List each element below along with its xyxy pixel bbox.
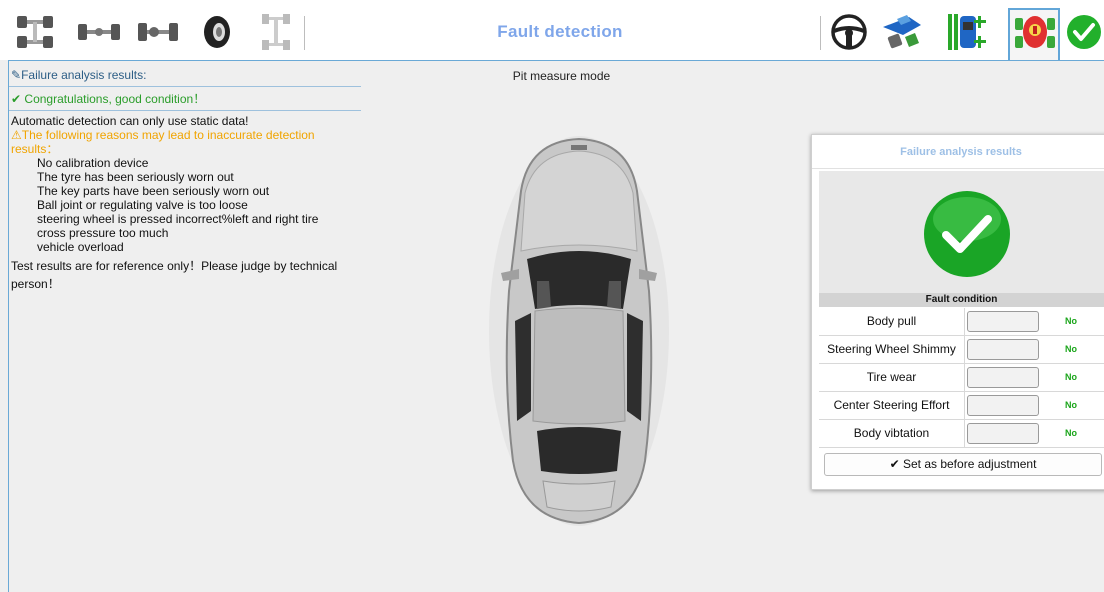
reason-item: The key parts have been seriously worn o… bbox=[37, 184, 270, 198]
warning-triangle-icon: ⚠ bbox=[11, 128, 22, 142]
fault-row-label: Body pull bbox=[819, 308, 965, 335]
toolbar-separator bbox=[304, 16, 305, 50]
set-as-before-adjustment-button[interactable]: ✔ Set as before adjustment bbox=[824, 453, 1102, 476]
fault-row-label: Tire wear bbox=[819, 364, 965, 391]
reason-item: No calibration device bbox=[37, 156, 149, 170]
car-top-view-image bbox=[479, 131, 679, 536]
warning-label: The following reasons may lead to inaccu… bbox=[11, 128, 315, 156]
fault-detection-icon[interactable] bbox=[1012, 10, 1058, 54]
fault-indicator-box bbox=[967, 395, 1039, 416]
top-toolbar: Fault detection bbox=[0, 0, 1104, 60]
analysis-text-pane: ✎Failure analysis results: ✔ Congratulat… bbox=[9, 61, 361, 293]
congratulations-label: Congratulations, good condition！ bbox=[24, 92, 206, 106]
fault-row-value: No bbox=[1065, 316, 1077, 326]
fault-row-value: No bbox=[1065, 400, 1077, 410]
reason-item: The tyre has been seriously worn out bbox=[37, 170, 234, 184]
static-data-note: Automatic detection can only use static … bbox=[11, 114, 249, 128]
fault-row-label: Steering Wheel Shimmy bbox=[819, 336, 965, 363]
reason-item: vehicle overload bbox=[37, 240, 124, 254]
fault-indicator-box bbox=[967, 367, 1039, 388]
fault-row: Tire wear No bbox=[819, 364, 1104, 392]
reason-item: cross pressure too much bbox=[37, 226, 169, 240]
warning-message: ⚠The following reasons may lead to inacc… bbox=[9, 128, 361, 156]
wrench-icon: ✎ bbox=[11, 68, 22, 82]
wheel-axle-icon[interactable] bbox=[136, 10, 180, 54]
measure-mode-label: Pit measure mode bbox=[512, 69, 611, 83]
check-confirm-icon[interactable] bbox=[1064, 10, 1104, 54]
reason-item: Ball joint or regulating valve is too lo… bbox=[37, 198, 248, 212]
fault-condition-header: Fault condition bbox=[819, 293, 1104, 307]
wheel-alignment-icon[interactable] bbox=[944, 10, 992, 54]
tire-icon[interactable] bbox=[200, 10, 234, 54]
fault-row-value: No bbox=[1065, 372, 1077, 382]
main-area: ✎Failure analysis results: ✔ Congratulat… bbox=[8, 60, 1104, 592]
fault-row-value: No bbox=[1065, 344, 1077, 354]
failure-analysis-header-label: Failure analysis results: bbox=[21, 68, 147, 82]
fault-analysis-panel: Failure analysis results Fault condition… bbox=[811, 134, 1104, 490]
checkmark-icon: ✔ bbox=[889, 457, 900, 471]
congratulations-message: ✔ Congratulations, good condition！ bbox=[9, 87, 361, 111]
fault-indicator-box bbox=[967, 311, 1039, 332]
fault-row-label: Body vibtation bbox=[819, 420, 965, 447]
fault-row: Body vibtation No bbox=[819, 420, 1104, 448]
fault-row-label: Center Steering Effort bbox=[819, 392, 965, 419]
large-check-icon bbox=[924, 191, 1010, 277]
page-title: Fault detection bbox=[497, 22, 623, 41]
result-check-area bbox=[819, 171, 1104, 293]
failure-analysis-header: ✎Failure analysis results: bbox=[9, 61, 361, 87]
fault-row: Center Steering Effort No bbox=[819, 392, 1104, 420]
reason-item: steering wheel is pressed incorrect%left… bbox=[37, 212, 319, 226]
fault-row: Body pull No bbox=[819, 308, 1104, 336]
reference-disclaimer: Test results are for reference only！Plea… bbox=[11, 259, 338, 291]
fault-row: Steering Wheel Shimmy No bbox=[819, 336, 1104, 364]
car-frame-icon[interactable] bbox=[14, 10, 56, 54]
panel-title: Failure analysis results bbox=[812, 135, 1104, 169]
toolbar-separator bbox=[820, 16, 821, 50]
checkmark-icon: ✔ bbox=[11, 92, 22, 106]
fault-row-value: No bbox=[1065, 428, 1077, 438]
axle-icon[interactable] bbox=[76, 10, 122, 54]
fault-indicator-box bbox=[967, 339, 1039, 360]
steering-wheel-icon[interactable] bbox=[828, 10, 870, 54]
chassis-icon[interactable] bbox=[256, 10, 296, 54]
set-as-before-adjustment-label: Set as before adjustment bbox=[902, 457, 1037, 471]
fault-indicator-box bbox=[967, 423, 1039, 444]
car-tilt-icon[interactable] bbox=[878, 10, 926, 54]
